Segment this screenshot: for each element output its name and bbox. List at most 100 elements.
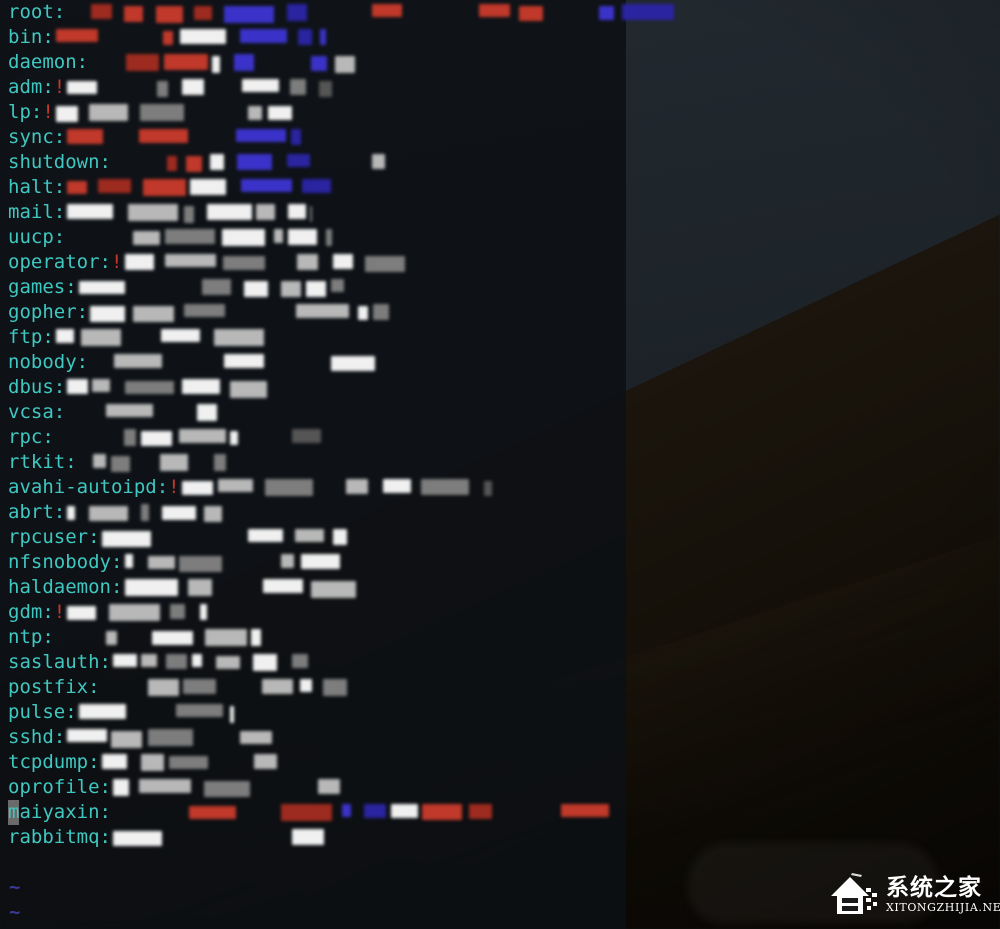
vim-buffer[interactable]: root: bin: daemon: adm:! lp:! sync: shutdown: h… <box>0 0 675 929</box>
censored-hash-block <box>140 431 172 446</box>
shadow-entry-line[interactable]: pulse: <box>8 700 77 725</box>
censored-hash-block <box>253 754 277 769</box>
censored-hash-block <box>287 4 308 21</box>
shadow-entry-line[interactable]: maiyaxin: <box>8 800 111 825</box>
shadow-username: gdm <box>8 601 43 623</box>
shadow-field-separator: :! <box>156 476 180 498</box>
shadow-entry-line[interactable]: operator:! <box>8 250 122 275</box>
shadow-field-separator: : <box>53 126 66 148</box>
censored-hash-block <box>78 704 126 719</box>
shadow-entry-line[interactable]: vcsa: <box>8 400 65 425</box>
censored-hash-block <box>292 654 309 668</box>
censored-hash-block <box>182 679 216 694</box>
censored-hash-block <box>372 4 403 17</box>
shadow-entry-line[interactable]: nobody: <box>8 350 88 375</box>
shadow-entry-line[interactable]: oprofile: <box>8 775 111 800</box>
shadow-field-separator: : <box>65 701 77 723</box>
shadow-entry-line[interactable]: rtkit: <box>8 450 77 475</box>
censored-hash-block <box>318 779 341 794</box>
censored-hash-block <box>194 6 213 20</box>
shadow-field-separator: : <box>110 551 123 573</box>
censored-hash-block <box>88 104 128 121</box>
shadow-entry-line[interactable]: rabbitmq: <box>8 825 111 850</box>
censored-hash-block <box>178 556 222 572</box>
censored-hash-block <box>105 631 117 645</box>
shadow-username: haldaemon <box>8 576 111 598</box>
shadow-field-separator: : <box>53 176 66 198</box>
censored-hash-block <box>92 454 106 468</box>
shadow-field-separator: : <box>53 501 66 523</box>
shadow-entry-line[interactable]: postfix: <box>8 675 100 700</box>
shadow-entry-line[interactable]: games: <box>8 275 77 300</box>
shadow-entry-line[interactable]: abrt: <box>8 500 65 525</box>
shadow-entry-line[interactable]: gdm:! <box>8 600 65 625</box>
censored-hash-block <box>166 654 188 669</box>
censored-hash-block <box>234 54 255 71</box>
censored-hash-block <box>322 679 347 696</box>
censored-hash-block <box>204 781 251 797</box>
censored-hash-block <box>178 429 226 443</box>
censored-hash-block <box>599 6 615 20</box>
censored-hash-block <box>201 279 231 295</box>
censored-hash-block <box>67 81 98 94</box>
shadow-entry-line[interactable]: halt: <box>8 175 65 200</box>
censored-hash-block <box>483 481 492 496</box>
shadow-entry-line[interactable]: adm:! <box>8 75 65 100</box>
terminal-window[interactable]: root: bin: daemon: adm:! lp:! sync: shutdown: h… <box>0 0 675 929</box>
censored-hash-block <box>519 6 544 21</box>
shadow-entry-line[interactable]: daemon: <box>8 50 88 75</box>
shadow-entry-line[interactable]: ntp: <box>8 625 54 650</box>
censored-hash-block <box>55 329 74 343</box>
shadow-entry-line[interactable]: sshd: <box>8 725 65 750</box>
shadow-entry-line[interactable]: shutdown: <box>8 150 111 175</box>
shadow-username: ntp <box>8 626 43 648</box>
shadow-entry-line[interactable]: haldaemon: <box>8 575 122 600</box>
censored-hash-block <box>128 204 179 221</box>
censored-hash-block <box>287 154 311 167</box>
censored-hash-block <box>67 606 97 620</box>
shadow-entry-line[interactable]: rpc: <box>8 425 54 450</box>
shadow-entry-line[interactable]: bin: <box>8 25 54 50</box>
censored-hash-block <box>140 754 164 771</box>
shadow-entry-line[interactable]: tcpdump: <box>8 750 100 775</box>
shadow-username: nfsnobody <box>8 551 111 573</box>
censored-hash-block <box>479 4 511 17</box>
shadow-entry-line[interactable]: uucp: <box>8 225 65 250</box>
censored-hash-block <box>294 529 324 542</box>
shadow-username: nobody <box>8 351 77 373</box>
shadow-username: rpcuser <box>8 526 89 548</box>
shadow-entry-line[interactable]: nfsnobody: <box>8 550 122 575</box>
censored-hash-block <box>165 229 216 244</box>
shadow-field-separator: : <box>53 376 66 398</box>
shadow-entry-line[interactable]: lp:! <box>8 100 54 125</box>
shadow-entry-line[interactable]: avahi-autoipd:! <box>8 475 180 500</box>
censored-hash-block <box>358 306 369 320</box>
shadow-entry-line[interactable]: rpcuser: <box>8 525 100 550</box>
censored-hash-block <box>175 704 223 717</box>
shadow-username: games <box>8 276 66 298</box>
shadow-username: sshd <box>8 726 54 748</box>
shadow-field-separator: : <box>65 451 77 473</box>
censored-hash-block <box>342 804 352 817</box>
censored-hash-block <box>133 231 161 245</box>
shadow-entry-line[interactable]: dbus: <box>8 375 65 400</box>
shadow-entry-line[interactable]: root: <box>8 0 65 25</box>
censored-hash-block <box>326 229 333 246</box>
shadow-entry-line[interactable]: gopher: <box>8 300 88 325</box>
censored-hash-block <box>151 631 193 645</box>
shadow-entry-line[interactable]: sync: <box>8 125 65 150</box>
shadow-entry-line[interactable]: mail: <box>8 200 65 225</box>
censored-hash-block <box>141 654 158 667</box>
censored-hash-block <box>78 281 125 294</box>
shadow-entry-line[interactable]: ftp: <box>8 325 54 350</box>
censored-hash-block <box>296 304 350 318</box>
censored-hash-block <box>288 229 318 245</box>
shadow-field-separator: : <box>76 301 89 323</box>
censored-hash-block <box>332 254 353 269</box>
censored-hash-block <box>67 729 108 742</box>
censored-hash-block <box>250 629 261 646</box>
censored-hash-block <box>262 579 303 593</box>
censored-hash-block <box>139 779 192 793</box>
censored-hash-block <box>167 156 178 171</box>
shadow-entry-line[interactable]: saslauth: <box>8 650 111 675</box>
